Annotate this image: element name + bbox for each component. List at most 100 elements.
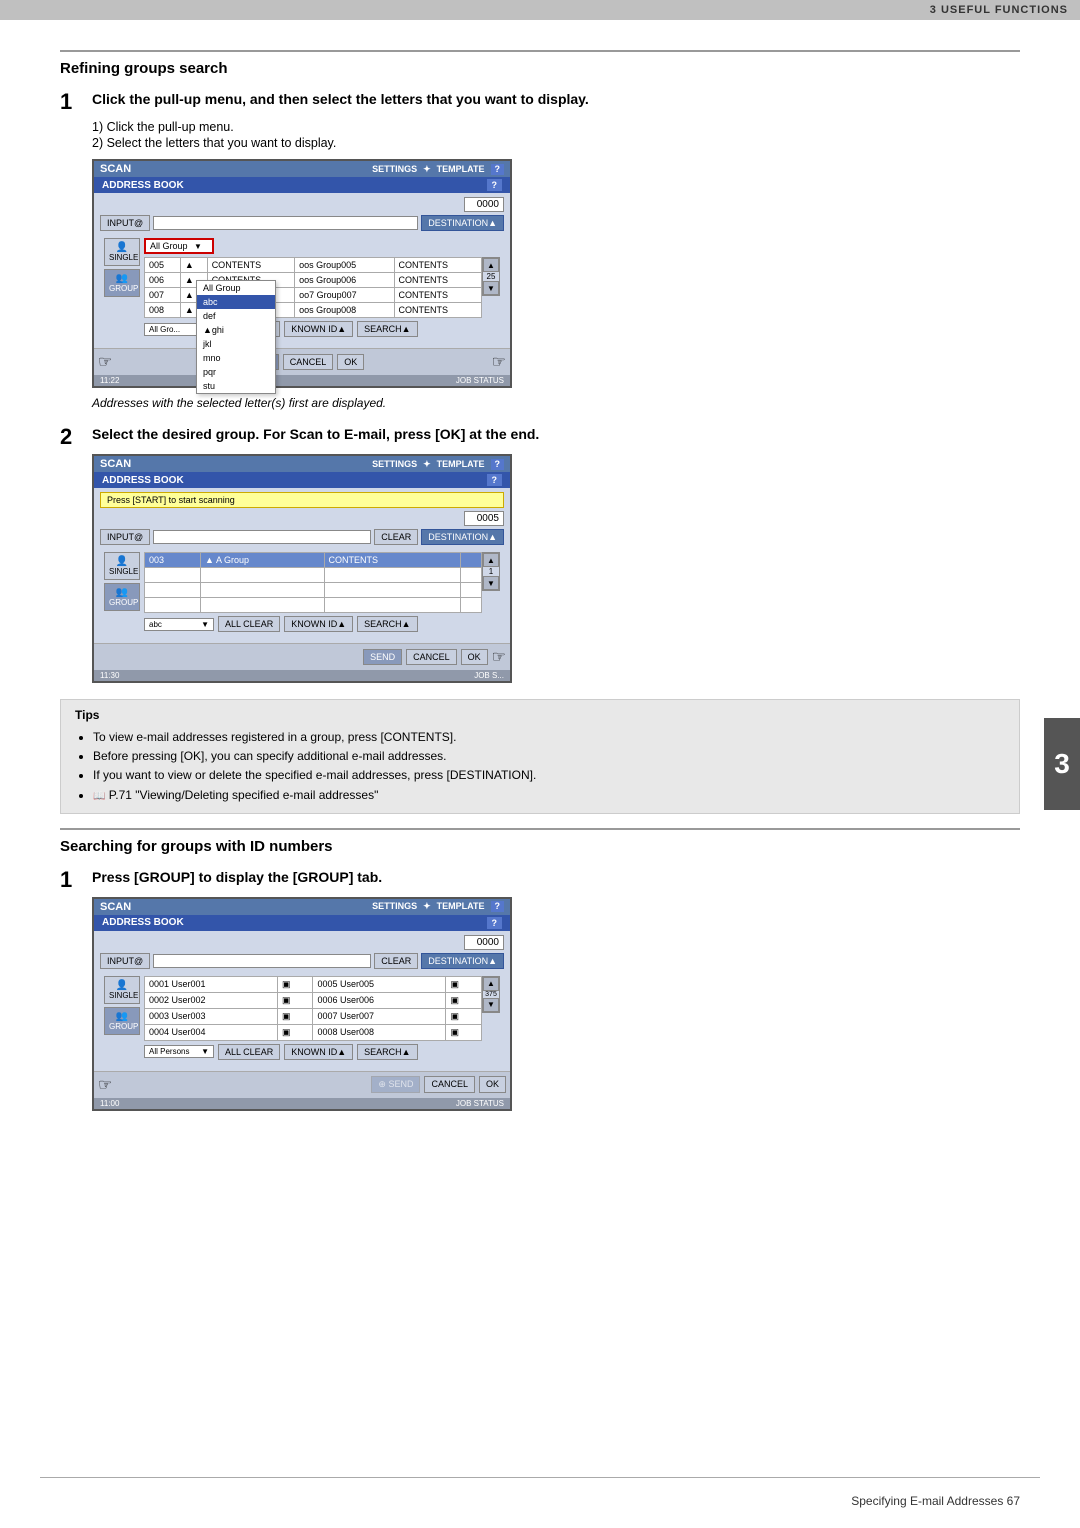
screen3-input-field[interactable] (153, 954, 371, 968)
screen2-inner: 👤 SINGLE 👥 GROUP (100, 548, 504, 639)
screen3-job-status[interactable]: JOB STATUS (456, 1099, 504, 1108)
known-id-btn[interactable]: KNOWN ID▲ (284, 321, 353, 337)
screen3-known-id[interactable]: KNOWN ID▲ (284, 1044, 353, 1060)
screen3-scroll-down[interactable]: ▼ (483, 998, 499, 1012)
screen1-template[interactable]: TEMPLATE (437, 164, 485, 175)
screen2-help2[interactable]: ? (487, 474, 503, 486)
screen2-known-id[interactable]: KNOWN ID▲ (284, 616, 353, 632)
screen3-template[interactable]: TEMPLATE (437, 901, 485, 912)
screen2-group-btn[interactable]: 👥 GROUP (104, 583, 140, 611)
screen2-settings[interactable]: SETTINGS (372, 459, 417, 470)
table-row-highlighted[interactable]: 003▲ A GroupCONTENTS (145, 553, 482, 568)
dd-pqr[interactable]: pqr (197, 365, 275, 379)
screen3-clear-btn[interactable]: CLEAR (374, 953, 418, 969)
screen1-template-icon: ✦ (423, 164, 431, 175)
screen2-job-status[interactable]: JOB S... (474, 671, 504, 680)
screen1-job-status[interactable]: JOB STATUS (456, 376, 504, 385)
screen2-ok-btn[interactable]: OK (461, 649, 488, 665)
screen1-input-field[interactable] (153, 216, 418, 230)
screen2-scroll-up[interactable]: ▲ (483, 553, 499, 567)
screen3-group-btn[interactable]: 👥 GROUP (104, 1007, 140, 1035)
table-row[interactable]: 005▲CONTENTSoos Group005CONTENTS (145, 258, 482, 273)
screen2-group-label: GROUP (109, 598, 138, 607)
screen1-section-title: ADDRESS BOOK (102, 180, 184, 191)
screen2-dropdown[interactable]: abc ▼ (144, 618, 214, 631)
screen3-nav: SETTINGS ✦ TEMPLATE ? (372, 901, 504, 912)
screen3-main: 0001 User001▣0005 User005▣ 0002 User002▣… (144, 976, 500, 1063)
dd-allgroup[interactable]: All Group (197, 281, 275, 295)
table-row[interactable]: 0002 User002▣0006 User006▣ (145, 992, 482, 1008)
screen2-destination-btn[interactable]: DESTINATION▲ (421, 529, 504, 545)
screen2-cancel-btn[interactable]: CANCEL (406, 649, 457, 665)
search-btn[interactable]: SEARCH▲ (357, 321, 417, 337)
screen3-subheader: ADDRESS BOOK ? (94, 915, 510, 931)
screen2-scroll-down[interactable]: ▼ (483, 576, 499, 590)
screen1-settings[interactable]: SETTINGS (372, 164, 417, 175)
screen2-clear-btn[interactable]: CLEAR (374, 529, 418, 545)
screen3-send-btn[interactable]: ⊕ SEND (371, 1076, 420, 1093)
screen3-table-container: 0001 User001▣0005 User005▣ 0002 User002▣… (144, 976, 500, 1041)
screen3-input-btn[interactable]: INPUT@ (100, 953, 150, 969)
table-row[interactable]: 0004 User004▣0008 User008▣ (145, 1024, 482, 1040)
screen2-help[interactable]: ? (491, 459, 505, 470)
screen2-single-icon: 👤 (109, 556, 135, 567)
screen2-single-btn[interactable]: 👤 SINGLE (104, 552, 140, 580)
screen2-counter: 0005 (464, 511, 504, 526)
screen3-header: SCAN SETTINGS ✦ TEMPLATE ? (94, 899, 510, 915)
scroll-up-btn[interactable]: ▲ (483, 258, 499, 272)
screen2-search[interactable]: SEARCH▲ (357, 616, 417, 632)
screen3-ok-btn[interactable]: OK (479, 1076, 506, 1093)
screen2-single-label: SINGLE (109, 567, 138, 576)
screen1-destination-btn[interactable]: DESTINATION▲ (421, 215, 504, 231)
ok-btn[interactable]: OK (337, 354, 364, 370)
screen2-input-btn[interactable]: INPUT@ (100, 529, 150, 545)
dd-jkl[interactable]: jkl (197, 337, 275, 351)
screen1-input-btn[interactable]: INPUT@ (100, 215, 150, 231)
screen1-help[interactable]: ? (491, 164, 505, 175)
screen1-app-title: SCAN (100, 163, 131, 175)
dd-ghi[interactable]: ▲ghi (197, 323, 275, 337)
screen3-cancel-btn[interactable]: CANCEL (424, 1076, 475, 1093)
screen3-dropdown[interactable]: All Persons ▼ (144, 1045, 214, 1058)
dd-stu[interactable]: stu (197, 379, 275, 393)
single-btn[interactable]: 👤 SINGLE (104, 238, 140, 266)
screen1-help2[interactable]: ? (487, 179, 503, 191)
dd-def[interactable]: def (197, 309, 275, 323)
screen1-cursor2: ☞ (492, 352, 506, 372)
screen3-all-clear[interactable]: ALL CLEAR (218, 1044, 280, 1060)
screen1-subheader: ADDRESS BOOK ? (94, 177, 510, 193)
scroll-down-btn[interactable]: ▼ (483, 281, 499, 295)
screen1: SCAN SETTINGS ✦ TEMPLATE ? ADDRESS BOOK … (92, 159, 512, 388)
screen2-scrollbar: ▲ 1 ▼ (482, 552, 500, 591)
screen2-header: SCAN SETTINGS ✦ TEMPLATE ? (94, 456, 510, 472)
cancel-btn[interactable]: CANCEL (283, 354, 334, 370)
screen2-section-title: ADDRESS BOOK (102, 475, 184, 486)
screen3-help2[interactable]: ? (487, 917, 503, 929)
screen2-status: 11:30 JOB S... (94, 670, 510, 681)
tips-item-1: To view e-mail addresses registered in a… (93, 728, 1005, 747)
screen2-all-clear[interactable]: ALL CLEAR (218, 616, 280, 632)
screen2-input-field[interactable] (153, 530, 371, 544)
dd-abc[interactable]: abc (197, 295, 275, 309)
screen2-template[interactable]: TEMPLATE (437, 459, 485, 470)
table-row[interactable]: 0003 User003▣0007 User007▣ (145, 1008, 482, 1024)
tips-item-3: If you want to view or delete the specif… (93, 766, 1005, 785)
screen2-send-btn[interactable]: SEND (363, 649, 402, 665)
screen1-dropdown-menu[interactable]: All Group abc def ▲ghi jkl mno pqr stu (196, 280, 276, 394)
screen3-scroll-up[interactable]: ▲ (483, 977, 499, 991)
dd-mno[interactable]: mno (197, 351, 275, 365)
screen3-single-btn[interactable]: 👤 SINGLE (104, 976, 140, 1004)
screen1-table: 005▲CONTENTSoos Group005CONTENTS 006▲CON… (144, 257, 482, 318)
screen3-destination-btn[interactable]: DESTINATION▲ (421, 953, 504, 969)
screen2-template-icon: ✦ (423, 459, 431, 470)
screen3-settings[interactable]: SETTINGS (372, 901, 417, 912)
screen1-counter: 0000 (464, 197, 504, 212)
group-btn[interactable]: 👥 GROUP (104, 269, 140, 297)
chapter-title: 3 USEFUL FUNCTIONS (930, 4, 1068, 16)
screen2-left-nav: 👤 SINGLE 👥 GROUP (104, 552, 140, 635)
screen3-search[interactable]: SEARCH▲ (357, 1044, 417, 1060)
screen3-help[interactable]: ? (491, 901, 505, 912)
screen1-dropdown[interactable]: All Group ▼ (144, 238, 214, 254)
table-row[interactable]: 0001 User001▣0005 User005▣ (145, 976, 482, 992)
step3-text: Press [GROUP] to display the [GROUP] tab… (92, 869, 382, 885)
